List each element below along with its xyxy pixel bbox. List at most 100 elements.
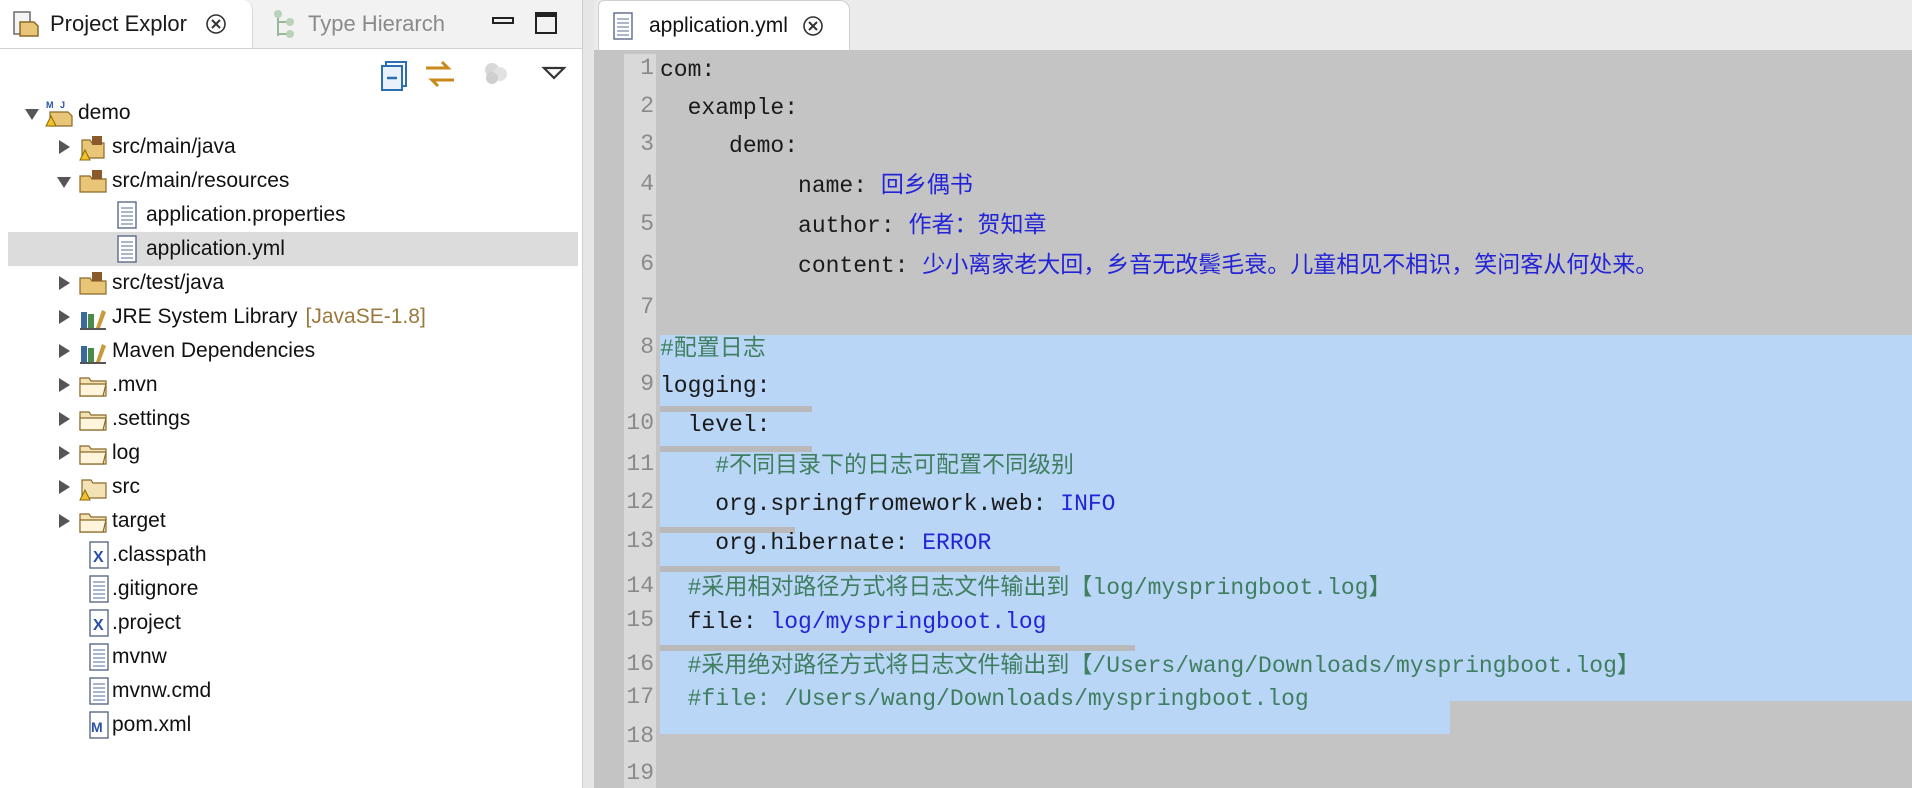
- tree-item-demo[interactable]: M J demo: [8, 96, 578, 130]
- line-number: 13: [626, 528, 654, 554]
- project-explorer-pane: Project Explor Type Hierarch M J demo sr…: [0, 0, 582, 788]
- svg-text:X: X: [93, 549, 104, 566]
- folder-icon: [79, 513, 107, 533]
- tree-item-mvnw[interactable]: mvnw: [8, 640, 578, 674]
- yaml-value: INFO: [1060, 491, 1116, 517]
- view-menu-icon[interactable]: [536, 56, 572, 92]
- chevron-right-icon[interactable]: [56, 445, 72, 461]
- chevron-right-icon[interactable]: [56, 479, 72, 495]
- tree-item-label: Maven Dependencies: [112, 339, 316, 362]
- code-line: logging:: [660, 369, 770, 403]
- view-tab-bar: Project Explor Type Hierarch: [0, 0, 582, 49]
- tree-item-label: mvnw.cmd: [112, 679, 212, 702]
- folder-icon: [79, 445, 107, 465]
- code-line: org.springfromework.web: INFO: [660, 487, 1115, 521]
- yaml-value: 回乡偶书: [880, 173, 973, 199]
- code-line: #配置日志: [660, 332, 766, 366]
- chevron-right-icon[interactable]: [56, 377, 72, 393]
- chevron-right-icon[interactable]: [56, 411, 72, 427]
- code-editor[interactable]: 1 2 3 4 5 6 7 8 9 10 11 12 13 14 15 16 1…: [594, 50, 1912, 788]
- tree-item-src-main-java[interactable]: src/main/java: [8, 130, 578, 164]
- line-number: 15: [626, 607, 654, 633]
- yaml-value: 作者：贺知章: [908, 213, 1047, 239]
- tree-item-gitignore[interactable]: .gitignore: [8, 572, 578, 606]
- maximize-icon[interactable]: [533, 10, 559, 36]
- text-file-icon: [117, 235, 137, 263]
- yaml-key: file:: [660, 609, 771, 635]
- line-number: 18: [626, 723, 654, 749]
- tree-item-application-yml[interactable]: application.yml: [8, 232, 578, 266]
- minimize-icon[interactable]: [490, 10, 516, 36]
- yaml-value: log/myspringboot.log: [770, 609, 1047, 635]
- link-with-editor-icon[interactable]: [422, 56, 458, 92]
- tree-item-settings[interactable]: .settings: [8, 402, 578, 436]
- tree-item-label: src: [112, 475, 140, 498]
- chevron-right-icon[interactable]: [56, 275, 72, 291]
- yaml-comment: #file: /Users/wang/Downloads/myspringboo…: [660, 686, 1309, 712]
- tree-item-application-properties[interactable]: application.properties: [8, 198, 578, 232]
- tree-item-project[interactable]: X .project: [8, 606, 578, 640]
- line-number: 6: [640, 251, 654, 277]
- tree-item-label: pom.xml: [112, 713, 192, 736]
- tab-label: Project Explor: [50, 11, 187, 36]
- tab-project-explorer[interactable]: Project Explor: [0, 0, 253, 48]
- code-line: #file: /Users/wang/Downloads/myspringboo…: [660, 682, 1309, 716]
- code-line: author: 作者：贺知章: [660, 209, 1046, 243]
- chevron-down-icon[interactable]: [24, 106, 40, 122]
- text-file-icon: [117, 201, 137, 229]
- code-line: demo:: [660, 129, 798, 163]
- source-folder-icon: [79, 272, 107, 295]
- text-file-icon: [89, 575, 109, 603]
- tree-item-label: demo: [78, 101, 131, 124]
- tree-item-mvnw-cmd[interactable]: mvnw.cmd: [8, 674, 578, 708]
- tree-item-src[interactable]: src: [8, 470, 578, 504]
- line-number: 7: [640, 294, 654, 320]
- tree-item-maven-dependencies[interactable]: Maven Dependencies: [8, 334, 578, 368]
- tree-item-target[interactable]: target: [8, 504, 578, 538]
- tab-label: Type Hierarch: [308, 11, 445, 36]
- line-number: 16: [626, 651, 654, 677]
- maven-pom-icon: M: [89, 711, 109, 739]
- svg-text:M: M: [46, 100, 54, 110]
- yaml-value: 少小离家老大回，乡音无改鬓毛衰。儿童相见不相识，笑问客从何处来。: [922, 253, 1659, 279]
- xml-file-icon: X: [89, 541, 109, 569]
- code-line: #采用相对路径方式将日志文件输出到【log/myspringboot.log】: [660, 571, 1392, 605]
- yaml-comment: #不同目录下的日志可配置不同级别: [660, 453, 1075, 479]
- maven-project-icon: M J: [45, 100, 73, 127]
- tree-item-log[interactable]: log: [8, 436, 578, 470]
- library-icon: [80, 344, 106, 364]
- tree-item-label: .settings: [112, 407, 191, 430]
- yaml-comment: #采用绝对路径方式将日志文件输出到【/Users/wang/Downloads/…: [660, 653, 1640, 679]
- code-area[interactable]: com: example: demo: name: 回乡偶书 author: 作…: [660, 50, 1912, 788]
- close-icon[interactable]: [205, 13, 227, 35]
- svg-text:X: X: [93, 617, 104, 634]
- focus-icon[interactable]: [478, 56, 514, 92]
- collapse-all-icon[interactable]: [378, 56, 414, 92]
- library-name: JRE System Library: [112, 305, 298, 328]
- tree-item-classpath[interactable]: X .classpath: [8, 538, 578, 572]
- line-number: 3: [640, 131, 654, 157]
- tree-item-mvn[interactable]: .mvn: [8, 368, 578, 402]
- tree-item-label: log: [112, 441, 141, 464]
- close-icon[interactable]: [802, 15, 824, 37]
- chevron-right-icon[interactable]: [56, 309, 72, 325]
- chevron-right-icon[interactable]: [56, 513, 72, 529]
- tree-item-src-main-resources[interactable]: src/main/resources: [8, 164, 578, 198]
- tree-item-pom-xml[interactable]: M pom.xml: [8, 708, 578, 742]
- chevron-right-icon[interactable]: [56, 139, 72, 155]
- yaml-key: org.springfromework.web:: [660, 491, 1061, 517]
- chevron-down-icon[interactable]: [56, 174, 72, 190]
- tree-item-src-test-java[interactable]: src/test/java: [8, 266, 578, 300]
- line-number: 1: [640, 55, 654, 81]
- tree-item-label: .mvn: [112, 373, 158, 396]
- chevron-right-icon[interactable]: [56, 343, 72, 359]
- tab-type-hierarchy[interactable]: Type Hierarch: [258, 0, 468, 48]
- code-line: file: log/myspringboot.log: [660, 605, 1047, 639]
- xml-file-icon: X: [89, 609, 109, 637]
- tree-item-jre-system-library[interactable]: JRE System Library [JavaSE-1.8]: [8, 300, 578, 334]
- tree-item-label: .project: [112, 611, 181, 634]
- source-folder-warning-icon: [79, 136, 105, 161]
- line-number: 4: [640, 171, 654, 197]
- tab-application-yml[interactable]: application.yml: [598, 0, 850, 51]
- line-number: 17: [626, 684, 654, 710]
